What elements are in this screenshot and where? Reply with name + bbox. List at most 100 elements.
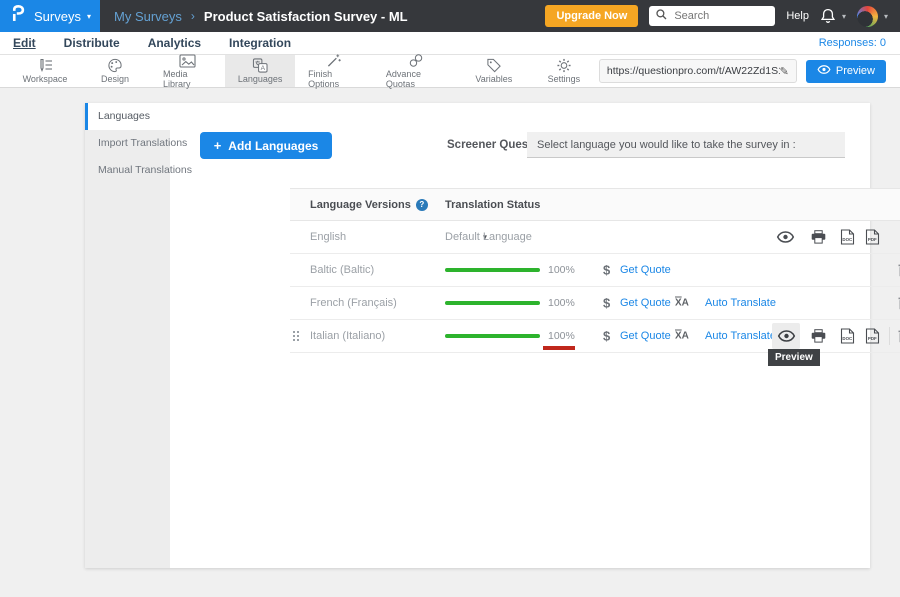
toolbar-item-label: Finish Options xyxy=(308,69,360,89)
screener-question-field[interactable]: Select language you would like to take t… xyxy=(527,132,845,158)
table-header: Language Versions ? Translation Status xyxy=(290,188,900,221)
avatar-caret-icon[interactable]: ▾ xyxy=(884,12,888,21)
translation-progress-bar xyxy=(445,301,540,305)
translate-x: X xyxy=(675,331,682,342)
sidebar-item-languages[interactable]: Languages xyxy=(85,103,170,130)
edit-url-icon[interactable]: ✎ xyxy=(780,65,789,78)
survey-nav: Edit Distribute Analytics Integration Re… xyxy=(0,32,900,55)
toolbar-item-media-library[interactable]: Media Library xyxy=(150,55,225,87)
bell-caret-icon[interactable]: ▾ xyxy=(842,12,846,21)
tab-edit[interactable]: Edit xyxy=(0,36,50,50)
export-doc-icon[interactable]: DOC xyxy=(839,229,855,245)
red-underline-annotation xyxy=(543,346,575,350)
svg-text:DOC: DOC xyxy=(842,336,853,341)
sidebar-item-manual-translations[interactable]: Manual Translations xyxy=(85,157,170,184)
help-icon[interactable]: ? xyxy=(416,199,428,211)
gear-icon xyxy=(556,58,572,73)
plus-icon: + xyxy=(214,138,222,153)
search-input[interactable] xyxy=(672,9,760,23)
language-name: Italian (Italiano) xyxy=(310,330,385,342)
top-bar-right: Upgrade Now Help ▾ ▾ xyxy=(545,5,900,27)
get-quote-link[interactable]: Get Quote xyxy=(620,264,671,276)
print-icon[interactable] xyxy=(811,230,826,244)
preview-language-icon-hover[interactable] xyxy=(772,323,800,349)
preview-button[interactable]: Preview xyxy=(806,60,886,83)
export-doc-icon[interactable]: DOC xyxy=(839,328,855,344)
responses-count[interactable]: Responses: 0 xyxy=(819,37,900,49)
palette-icon xyxy=(107,58,123,73)
breadcrumb-my-surveys[interactable]: My Surveys xyxy=(114,9,182,24)
column-language-versions: Language Versions ? xyxy=(310,199,428,211)
translation-percent: 100% xyxy=(548,330,575,342)
magic-wand-icon xyxy=(326,53,342,68)
product-switcher[interactable]: Surveys ▾ xyxy=(0,0,100,32)
toolbar-item-settings[interactable]: Settings xyxy=(529,55,599,87)
languages-main: + Add Languages Screener Question : Sele… xyxy=(170,103,870,568)
preview-tooltip: Preview xyxy=(768,349,820,366)
preview-button-label: Preview xyxy=(836,65,875,77)
add-languages-button[interactable]: + Add Languages xyxy=(200,132,332,159)
toolbar-item-label: Variables xyxy=(475,74,512,84)
notifications-bell-icon[interactable] xyxy=(820,8,836,24)
tab-integration[interactable]: Integration xyxy=(215,36,305,50)
workspace-icon xyxy=(37,58,53,73)
translate-a: A xyxy=(682,298,689,309)
toolbar-item-design[interactable]: Design xyxy=(80,55,150,87)
column-label: Translation Status xyxy=(445,199,540,211)
image-icon xyxy=(179,54,196,68)
toolbar-item-label: Workspace xyxy=(23,74,68,84)
eye-icon xyxy=(817,65,831,77)
toolbar-item-languages[interactable]: A Languages xyxy=(225,55,295,87)
get-quote-link[interactable]: Get Quote xyxy=(620,297,671,309)
translate-x: X xyxy=(675,298,682,309)
auto-translate-link[interactable]: Auto Translate xyxy=(705,330,776,342)
export-pdf-icon[interactable]: PDF xyxy=(864,328,880,344)
search-icon xyxy=(656,7,667,25)
dollar-icon: $ xyxy=(603,296,610,311)
sidebar-item-import-translations[interactable]: Import Translations xyxy=(85,130,170,157)
questionpro-logo-icon xyxy=(11,5,25,27)
survey-url-field[interactable]: https://questionpro.com/t/AW22Zd1S1 ✎ xyxy=(599,59,797,83)
dollar-icon: $ xyxy=(603,263,610,278)
toolbar-item-label: Media Library xyxy=(163,69,212,89)
toolbar-item-label: Languages xyxy=(238,74,283,84)
preview-language-icon[interactable] xyxy=(776,231,795,243)
language-name: Baltic (Baltic) xyxy=(310,264,374,276)
drag-handle[interactable] xyxy=(292,330,300,342)
translate-icon: A xyxy=(252,58,268,73)
help-link[interactable]: Help xyxy=(786,10,809,22)
actions-divider xyxy=(889,327,890,345)
languages-sidebar: Languages Import Translations Manual Tra… xyxy=(85,103,170,568)
survey-title: Product Satisfaction Survey - ML xyxy=(204,9,408,24)
global-search[interactable] xyxy=(649,6,775,26)
svg-text:PDF: PDF xyxy=(868,237,877,242)
toolbar-right: https://questionpro.com/t/AW22Zd1S1 ✎ Pr… xyxy=(599,55,900,87)
export-pdf-icon[interactable]: PDF xyxy=(864,229,880,245)
toolbar-item-variables[interactable]: Variables xyxy=(459,55,529,87)
auto-translate-link[interactable]: Auto Translate xyxy=(705,297,776,309)
avatar[interactable] xyxy=(857,6,878,27)
toolbar-item-advance-quotas[interactable]: Advance Quotas xyxy=(373,55,459,87)
print-icon[interactable] xyxy=(811,329,826,343)
table-row-french: French (Français) 100% $ Get Quote XA Au… xyxy=(290,287,900,320)
get-quote-link[interactable]: Get Quote xyxy=(620,330,671,342)
tag-icon xyxy=(486,58,502,73)
toolbar-item-label: Advance Quotas xyxy=(386,69,446,89)
app-screen: Surveys ▾ My Surveys › Product Satisfact… xyxy=(0,0,900,597)
language-name: French (Français) xyxy=(310,297,397,309)
toolbar-item-finish-options[interactable]: Finish Options xyxy=(295,55,373,87)
languages-table: Language Versions ? Translation Status E… xyxy=(290,188,900,353)
breadcrumb: My Surveys › Product Satisfaction Survey… xyxy=(114,9,408,24)
toolbar-item-workspace[interactable]: Workspace xyxy=(10,55,80,87)
chain-links-icon xyxy=(408,53,424,68)
column-label: Language Versions xyxy=(310,199,411,211)
tab-distribute[interactable]: Distribute xyxy=(50,36,134,50)
toolbar-item-label: Design xyxy=(101,74,129,84)
tab-analytics[interactable]: Analytics xyxy=(134,36,215,50)
svg-text:DOC: DOC xyxy=(842,237,853,242)
survey-url: https://questionpro.com/t/AW22Zd1S1 xyxy=(607,65,780,77)
table-row-baltic: Baltic (Baltic) 100% $ Get Quote xyxy=(290,254,900,287)
upgrade-now-button[interactable]: Upgrade Now xyxy=(545,5,638,27)
translate-a: A xyxy=(682,331,689,342)
edit-toolbar: Workspace Design Media Libr xyxy=(0,55,900,88)
